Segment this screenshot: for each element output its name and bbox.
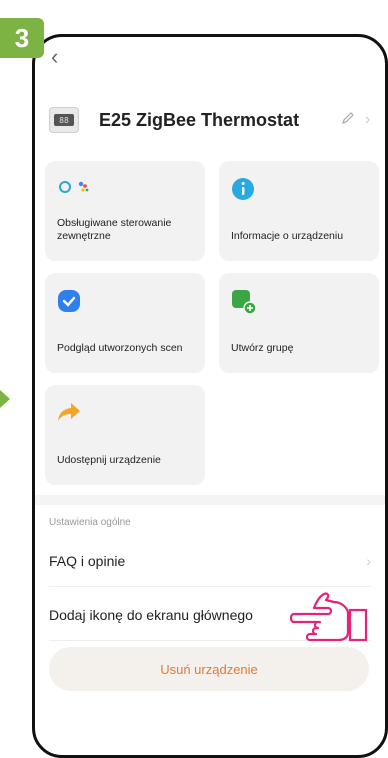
tile-label: Informacje o urządzeniu: [231, 230, 344, 242]
device-header: 88 E25 ZigBee Thermostat ›: [49, 97, 379, 143]
back-icon[interactable]: ‹: [51, 46, 67, 68]
row-faq[interactable]: FAQ i opinie ›: [49, 535, 371, 587]
pointing-hand-icon: [290, 592, 368, 642]
add-group-icon: [232, 290, 257, 315]
tile-create-group[interactable]: Utwórz grupę: [219, 273, 379, 373]
device-title: E25 ZigBee Thermostat: [99, 109, 300, 130]
pointer-arrow-icon: [0, 390, 10, 408]
tile-label: Utwórz grupę: [231, 342, 294, 354]
section-title: Ustawienia ogólne: [49, 517, 131, 528]
device-thumb-screen: 88: [54, 114, 74, 126]
chevron-right-icon: ›: [366, 552, 371, 569]
tile-share-device[interactable]: Udostępnij urządzenie: [45, 385, 205, 485]
share-arrow-icon: [58, 403, 80, 421]
edit-icon[interactable]: [341, 111, 359, 129]
page: 3 ‹ 88 E25 ZigBee Thermostat › Obsługiwa…: [0, 0, 388, 758]
info-icon: [232, 178, 254, 200]
tile-scenes[interactable]: Podgląd utworzonych scen: [45, 273, 205, 373]
tile-label: Obsługiwane sterowanie zewnętrzne: [57, 217, 172, 242]
chevron-right-icon[interactable]: ›: [365, 111, 379, 129]
section-divider: [35, 495, 385, 505]
tile-external-control[interactable]: Obsługiwane sterowanie zewnętrzne: [45, 161, 205, 261]
phone-frame: ‹ 88 E25 ZigBee Thermostat › Obsługiwane…: [32, 34, 388, 758]
row-label: FAQ i opinie: [49, 552, 126, 569]
delete-device-button[interactable]: Usuń urządzenie: [49, 647, 369, 691]
step-badge: 3: [0, 18, 44, 58]
check-badge-icon: [58, 290, 80, 312]
assistant-icons: [59, 181, 89, 193]
tile-label: Podgląd utworzonych scen: [57, 342, 183, 354]
device-thumbnail: 88: [49, 107, 79, 133]
tile-label: Udostępnij urządzenie: [57, 454, 161, 466]
tile-device-info[interactable]: Informacje o urządzeniu: [219, 161, 379, 261]
